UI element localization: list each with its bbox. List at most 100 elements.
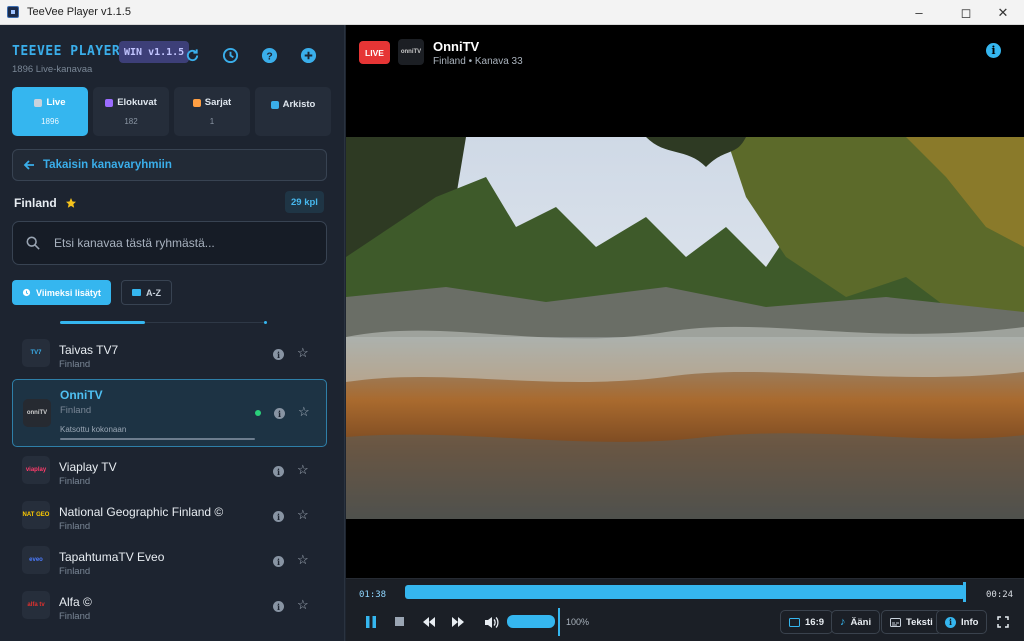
volume-percent: 100% — [566, 617, 590, 627]
watch-status: Katsottu kokonaan — [60, 425, 127, 434]
current-time: 01:38 — [359, 590, 387, 600]
group-name: Finland — [14, 196, 57, 210]
channel-item[interactable]: viaplay Viaplay TV Finland i ☆ — [12, 448, 327, 493]
star-icon[interactable]: ☆ — [297, 345, 309, 361]
list-scroll-indicator — [60, 321, 145, 324]
volume-slider[interactable] — [507, 615, 555, 628]
info-icon[interactable]: i — [273, 349, 284, 360]
info-button[interactable]: i Info — [936, 610, 988, 634]
watch-progress-bar — [60, 438, 255, 440]
channel-logo: TV7 — [22, 339, 50, 367]
star-icon[interactable]: ☆ — [297, 597, 309, 613]
channel-country: Finland — [59, 476, 91, 487]
channel-logo: viaplay — [22, 456, 50, 484]
minimize-button[interactable]: – — [896, 0, 942, 25]
star-icon[interactable]: ☆ — [297, 507, 309, 523]
close-button[interactable]: ✕ — [980, 0, 1024, 25]
aspect-icon — [789, 617, 800, 627]
channel-name: Viaplay TV — [59, 460, 117, 474]
subtitles-button[interactable]: Teksti — [881, 610, 942, 634]
info-icon[interactable]: i — [986, 43, 1001, 58]
channel-name: National Geographic Finland © — [59, 505, 224, 519]
tab-archive[interactable]: Arkisto — [255, 87, 331, 136]
channel-item[interactable]: NAT GEO National Geographic Finland © Fi… — [12, 493, 327, 538]
stop-icon[interactable] — [392, 614, 408, 630]
info-icon[interactable]: i — [273, 466, 284, 477]
info-icon[interactable]: i — [274, 408, 285, 419]
channel-country: Finland — [60, 405, 92, 416]
music-note-icon: ♪ — [840, 616, 846, 628]
brand-title: TEEVEE PLAYER — [12, 44, 121, 59]
channel-item[interactable]: TV7 Taivas TV7 Finland i ☆ — [12, 331, 327, 376]
star-icon[interactable]: ☆ — [298, 404, 310, 420]
channel-country: Finland — [59, 566, 91, 577]
aspect-ratio-button[interactable]: 16:9 — [780, 610, 834, 634]
window-title: TeeVee Player v1.1.5 — [27, 6, 131, 18]
rewind-icon[interactable] — [421, 614, 437, 630]
search-input[interactable] — [54, 236, 304, 250]
content-tabs: Live 1896 Elokuvat 182 Sarjat 1 Arkisto — [12, 87, 331, 136]
channel-name: Taivas TV7 — [59, 343, 119, 357]
player-controls: 01:38 00:24 100% 16:9 ♪ Ääni Teksti i In… — [346, 578, 1024, 641]
help-icon[interactable]: ? — [260, 46, 278, 64]
back-to-groups-button[interactable]: Takaisin kanavaryhmiin — [12, 149, 327, 181]
info-icon: i — [945, 616, 956, 628]
channel-name: TapahtumaTV Eveo — [59, 550, 165, 564]
online-status-dot — [255, 410, 261, 416]
tab-movies[interactable]: Elokuvat 182 — [93, 87, 169, 136]
channel-logo: onniTV — [23, 399, 51, 427]
refresh-icon[interactable] — [183, 46, 201, 64]
tab-series[interactable]: Sarjat 1 — [174, 87, 250, 136]
channel-name: Alfa © — [59, 595, 92, 609]
history-icon[interactable] — [221, 46, 239, 64]
channel-search — [12, 221, 327, 265]
fullscreen-icon[interactable] — [995, 614, 1011, 630]
info-icon[interactable]: i — [273, 556, 284, 567]
volume-icon[interactable] — [483, 614, 499, 630]
channel-logo: onniTV — [398, 39, 424, 65]
sort-recent-button[interactable]: Viimeksi lisätyt — [12, 280, 111, 305]
now-playing-title: OnniTV — [433, 39, 480, 54]
info-icon[interactable]: i — [273, 601, 284, 612]
arrow-left-icon — [23, 160, 34, 170]
popcorn-icon — [192, 98, 201, 107]
volume-handle[interactable] — [558, 608, 560, 636]
star-filled-icon[interactable] — [65, 197, 77, 209]
sort-az-icon — [132, 289, 141, 296]
fast-forward-icon[interactable] — [450, 614, 466, 630]
seek-handle[interactable] — [963, 582, 966, 602]
subtitles-icon — [890, 617, 901, 627]
group-count-badge: 29 kpl — [285, 191, 324, 213]
sort-az-button[interactable]: A-Z — [121, 280, 172, 305]
search-icon — [26, 236, 40, 250]
pause-icon[interactable] — [363, 614, 379, 630]
seek-bar[interactable] — [405, 585, 965, 599]
clock-icon — [22, 288, 31, 297]
channel-item[interactable]: eveo TapahtumaTV Eveo Finland i ☆ — [12, 538, 327, 583]
channel-name: OnniTV — [60, 388, 103, 402]
sidebar: TEEVEE PLAYER WIN v1.1.5 1896 Live-kanav… — [0, 25, 345, 641]
channel-item-selected[interactable]: onniTV OnniTV Finland i ☆ Katsottu kokon… — [12, 379, 327, 447]
version-badge: WIN v1.1.5 — [119, 41, 190, 63]
channel-logo: NAT GEO — [22, 501, 50, 529]
svg-text:?: ? — [266, 51, 272, 62]
tv-icon — [34, 98, 43, 107]
audio-track-button[interactable]: ♪ Ääni — [831, 610, 881, 634]
channel-country: Finland — [59, 521, 91, 532]
star-icon[interactable]: ☆ — [297, 462, 309, 478]
video-frame[interactable] — [346, 137, 1024, 519]
star-icon[interactable]: ☆ — [297, 552, 309, 568]
channel-country: Finland — [59, 359, 91, 370]
tab-live[interactable]: Live 1896 — [12, 87, 88, 136]
rewind-icon — [270, 100, 279, 109]
video-player: LIVE onniTV OnniTV Finland • Kanava 33 i — [346, 25, 1024, 641]
channel-total: 1896 Live-kanavaa — [12, 64, 93, 75]
info-icon[interactable]: i — [273, 511, 284, 522]
channel-logo: alfa tv — [22, 591, 50, 619]
end-time: 00:24 — [986, 590, 1014, 600]
film-icon — [105, 98, 114, 107]
channel-item[interactable]: alfa tv Alfa © Finland i ☆ — [12, 583, 327, 628]
add-icon[interactable] — [299, 46, 317, 64]
live-badge: LIVE — [359, 41, 390, 64]
group-header: Finland — [14, 196, 77, 210]
